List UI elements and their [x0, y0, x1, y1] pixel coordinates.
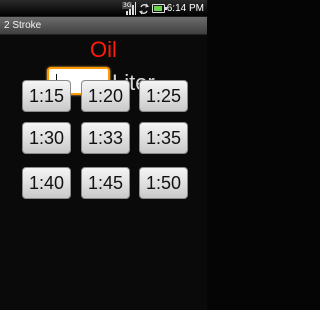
ratio-button-1-15[interactable]: 1:15 — [22, 80, 71, 112]
ratio-button-1-50[interactable]: 1:50 — [139, 167, 188, 199]
app-title: 2 Stroke — [4, 20, 42, 31]
battery-icon — [152, 4, 167, 13]
ratio-button-1-25[interactable]: 1:25 — [139, 80, 188, 112]
status-time: 6:14 PM — [166, 3, 204, 14]
status-icons: 3G — [122, 1, 167, 16]
network-type-label: 3G — [122, 2, 133, 9]
signal-icon: 3G — [122, 2, 136, 15]
ratio-button-1-45[interactable]: 1:45 — [81, 167, 130, 199]
app-screen: 3G 6:14 PM 2 Stroke Oil Liter 1:15 1:20 … — [0, 0, 207, 310]
oil-heading: Oil — [90, 37, 117, 62]
ratio-button-1-30[interactable]: 1:30 — [22, 122, 71, 154]
ratio-button-1-40[interactable]: 1:40 — [22, 167, 71, 199]
ratio-button-1-33[interactable]: 1:33 — [81, 122, 130, 154]
status-bar: 3G 6:14 PM — [0, 0, 207, 17]
ratio-button-1-20[interactable]: 1:20 — [81, 80, 130, 112]
app-title-bar: 2 Stroke — [0, 17, 207, 35]
ratio-button-1-35[interactable]: 1:35 — [139, 122, 188, 154]
battery-level — [154, 6, 162, 11]
sync-icon — [139, 3, 149, 14]
